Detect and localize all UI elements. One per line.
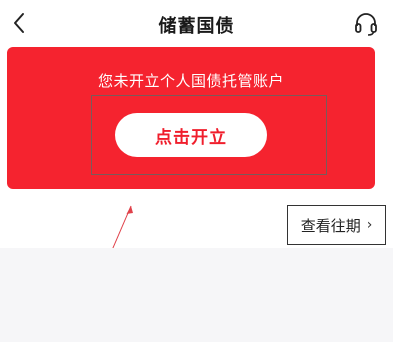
top-navigation-bar: 储蓄国债 (0, 0, 393, 46)
page-title: 储蓄国债 (158, 16, 235, 37)
content-background-area (0, 248, 393, 342)
no-account-message: 您未开立个人国债托管账户 (97, 72, 284, 90)
headset-icon (355, 13, 377, 36)
open-account-button[interactable]: 点击开立 (115, 113, 267, 157)
view-past-issues-label: 查看往期 (300, 216, 361, 235)
account-status-card: 您未开立个人国债托管账户 点击开立 (7, 47, 375, 189)
savings-bonds-page: 储蓄国债 您未开立个人国债托管账户 点击开立 查看往期 › (0, 0, 393, 342)
view-past-issues-link[interactable]: 查看往期 › (287, 205, 386, 245)
chevron-right-icon: › (366, 217, 373, 233)
customer-service-button[interactable] (353, 11, 379, 37)
